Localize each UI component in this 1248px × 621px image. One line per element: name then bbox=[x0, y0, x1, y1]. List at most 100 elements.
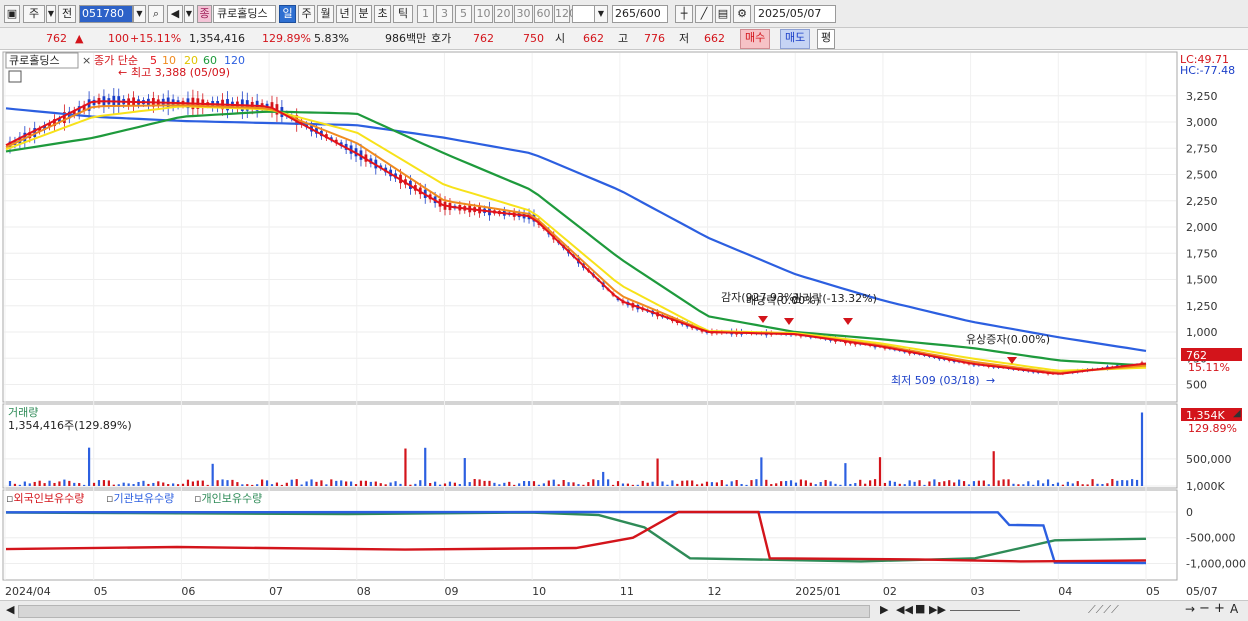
volume-bar bbox=[666, 484, 669, 486]
high-label: 고 bbox=[618, 32, 629, 45]
font-size-icon[interactable]: A bbox=[1230, 602, 1238, 616]
volume-bar bbox=[1086, 484, 1089, 486]
tab-month[interactable]: 월 bbox=[317, 5, 334, 23]
interval-20[interactable]: 20 bbox=[494, 5, 513, 23]
volume-bar bbox=[458, 484, 461, 486]
zoom-in-icon[interactable]: + bbox=[1214, 601, 1225, 616]
move-left-icon[interactable]: → bbox=[1185, 602, 1195, 616]
scroll-track[interactable] bbox=[18, 605, 870, 618]
sell-button[interactable]: 매도 bbox=[780, 29, 811, 49]
volume-bar bbox=[562, 479, 565, 486]
interval-10[interactable]: 10 bbox=[474, 5, 493, 23]
stock-chart[interactable]: 3,250 3,000 2,750 2,500 2,250 2,000 1,750 1,500… bbox=[0, 50, 1248, 600]
stock-name: 큐로홀딩스 bbox=[213, 5, 276, 23]
volume-bar bbox=[913, 481, 916, 486]
count-field[interactable]: 265/600 bbox=[612, 5, 668, 23]
tab-year[interactable]: 년 bbox=[336, 5, 353, 23]
volume-bar bbox=[18, 484, 21, 486]
volume-bar bbox=[1076, 481, 1079, 486]
forward-icon[interactable]: ▶▶ bbox=[929, 603, 946, 616]
volume-bar bbox=[893, 481, 896, 486]
volume-bar bbox=[354, 484, 358, 486]
x-tick-label: 11 bbox=[620, 585, 634, 598]
gear-icon[interactable]: ⚙ bbox=[733, 5, 751, 23]
interval-3[interactable]: 3 bbox=[436, 5, 453, 23]
volume-bar bbox=[493, 482, 496, 486]
legend-institution: ▫기관보유수량 bbox=[106, 492, 174, 505]
volume-bar bbox=[780, 481, 783, 486]
rewind-icon[interactable]: ◀◀ bbox=[896, 603, 913, 616]
draw-tool-icon[interactable]: ╱ bbox=[695, 5, 713, 23]
save-icon[interactable]: ▤ bbox=[715, 5, 731, 23]
tab-tick[interactable]: 틱 bbox=[393, 5, 413, 23]
up-arrow-icon: ▲ bbox=[75, 32, 84, 45]
interval-30[interactable]: 30 bbox=[514, 5, 533, 23]
volume-bar bbox=[651, 481, 654, 486]
hc-label: HC:-77.48 bbox=[1180, 64, 1235, 77]
period-dropdown-icon[interactable]: ▼ bbox=[46, 5, 56, 23]
volume-bar bbox=[794, 482, 798, 486]
volume-bar bbox=[513, 484, 516, 486]
zoom-slider[interactable] bbox=[950, 610, 1020, 611]
volume-bar bbox=[127, 483, 130, 486]
interval-1[interactable]: 1 bbox=[417, 5, 434, 23]
chart-toolbar: ▣ 주 ▼ 전 051780 ▼ ⌕ ◀ ▼ 종 큐로홀딩스 일 주 월 년 분… bbox=[0, 0, 1248, 28]
volume-bar bbox=[112, 484, 115, 486]
volume-bar bbox=[285, 482, 288, 486]
search-icon[interactable]: ⌕ bbox=[148, 5, 164, 23]
volume-bar bbox=[448, 481, 452, 486]
holdings-tick-label: -1,000,000 bbox=[1186, 557, 1246, 570]
code-dropdown-icon[interactable]: ▼ bbox=[133, 5, 146, 23]
volume-bar bbox=[394, 481, 397, 486]
drawing-tools-icon[interactable]: ⟋⟋⟋⟋ bbox=[1088, 603, 1119, 617]
avg-button[interactable]: 평 bbox=[817, 29, 836, 49]
stock-badge: 종 bbox=[197, 5, 212, 23]
volume-bar bbox=[117, 484, 120, 486]
speaker-dropdown-icon[interactable]: ▼ bbox=[184, 5, 194, 23]
volume-bar bbox=[770, 484, 773, 486]
volume-bar bbox=[1121, 480, 1124, 486]
custom-interval-dropdown-icon[interactable]: ▼ bbox=[594, 5, 608, 23]
volume-bar bbox=[829, 481, 832, 486]
holdings-tick-label: 0 bbox=[1186, 506, 1193, 519]
volume-expand-icon[interactable]: ◢ bbox=[1233, 408, 1241, 419]
scroll-right-icon[interactable]: ▶ bbox=[880, 603, 888, 616]
x-tick-label: 09 bbox=[444, 585, 458, 598]
zoom-out-icon[interactable]: − bbox=[1199, 601, 1210, 616]
speaker-icon[interactable]: ◀ bbox=[167, 5, 183, 23]
date-field[interactable]: 2025/05/07 bbox=[754, 5, 836, 23]
tab-day[interactable]: 일 bbox=[279, 5, 296, 23]
volume-bar bbox=[1135, 479, 1139, 486]
volume-bar bbox=[542, 483, 545, 486]
volume-bar bbox=[48, 480, 51, 486]
tab-minute[interactable]: 분 bbox=[355, 5, 372, 23]
low-annotation: 최저 509 (03/18) bbox=[891, 374, 980, 387]
volume-bar bbox=[13, 483, 17, 486]
stock-code-input[interactable]: 051780 bbox=[79, 5, 133, 23]
interval-60[interactable]: 60 bbox=[534, 5, 553, 23]
volume-bar bbox=[1126, 480, 1129, 486]
chart-scrollbar[interactable]: ◀ ▶ ◀◀ ■ ▶▶ ⟋⟋⟋⟋ → − + A bbox=[0, 600, 1248, 621]
volume-bar bbox=[972, 481, 976, 486]
grid-toggle-icon[interactable] bbox=[8, 70, 22, 83]
stop-icon[interactable]: ■ bbox=[915, 602, 925, 615]
price-tick-label: 1,750 bbox=[1186, 247, 1218, 260]
volume-bar bbox=[592, 479, 595, 486]
volume-bar bbox=[211, 463, 214, 486]
volume-bar bbox=[87, 447, 91, 486]
scroll-left-icon[interactable]: ◀ bbox=[6, 603, 14, 616]
tab-second[interactable]: 초 bbox=[374, 5, 391, 23]
volume-bar bbox=[483, 480, 486, 486]
period-select[interactable]: 주 bbox=[23, 5, 45, 23]
buy-button[interactable]: 매수 bbox=[740, 29, 771, 49]
interval-5[interactable]: 5 bbox=[455, 5, 472, 23]
prev-button[interactable]: 전 bbox=[58, 5, 76, 23]
volume-bar bbox=[265, 480, 269, 486]
volume-bar bbox=[715, 482, 718, 486]
panel-close-icon[interactable]: × bbox=[82, 54, 91, 67]
tab-week[interactable]: 주 bbox=[298, 5, 315, 23]
layout-icon[interactable]: ▣ bbox=[4, 5, 20, 23]
interval-120[interactable]: 120 bbox=[554, 5, 576, 23]
candle-icon[interactable]: ┼ bbox=[675, 5, 693, 23]
volume-bar bbox=[522, 480, 526, 486]
